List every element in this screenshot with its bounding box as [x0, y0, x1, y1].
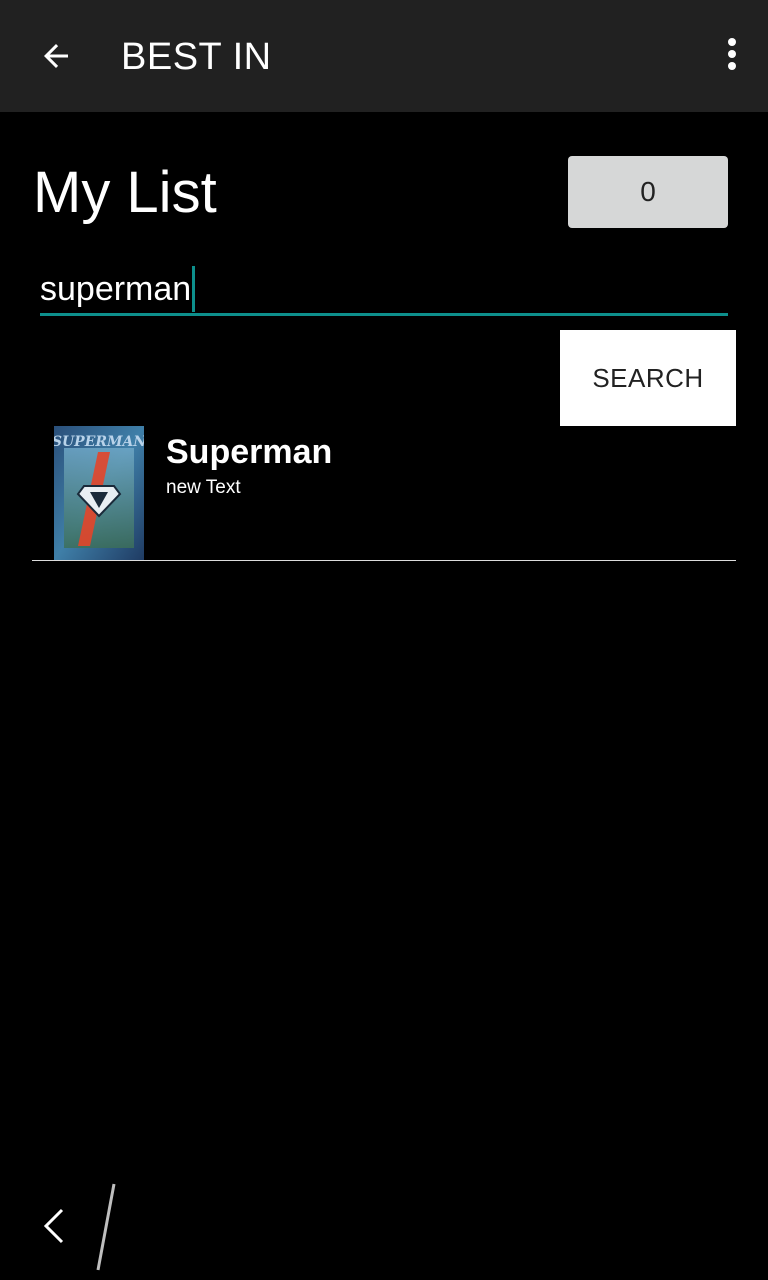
movie-poster: SUPERMAN	[54, 426, 144, 560]
search-input[interactable]: superman	[40, 258, 728, 316]
app-title: BEST IN	[121, 36, 272, 78]
page-title: My List	[33, 160, 217, 225]
row-divider	[32, 560, 736, 561]
more-vert-icon	[728, 38, 736, 70]
search-input-value: superman	[40, 266, 196, 312]
nav-back-icon	[43, 1208, 64, 1244]
count-display[interactable]: 0	[568, 156, 728, 228]
overflow-menu-button[interactable]	[708, 28, 756, 84]
search-text: superman	[40, 270, 192, 308]
nav-back-button[interactable]	[34, 1200, 74, 1252]
nav-divider-glyph	[96, 1183, 116, 1271]
search-button[interactable]: SEARCH	[560, 330, 736, 426]
app-bar: BEST IN	[0, 0, 768, 112]
text-caret	[192, 266, 196, 312]
result-title: Superman	[166, 433, 333, 471]
back-button[interactable]	[22, 28, 90, 84]
arrow-back-icon	[44, 44, 68, 68]
result-subtitle: new Text	[166, 477, 241, 498]
screen: BEST IN My List 0 superman SEARCH SUPERM…	[0, 0, 768, 1280]
svg-text:SUPERMAN: SUPERMAN	[54, 434, 144, 450]
list-item[interactable]: SUPERMAN Superman new Text	[32, 426, 736, 560]
